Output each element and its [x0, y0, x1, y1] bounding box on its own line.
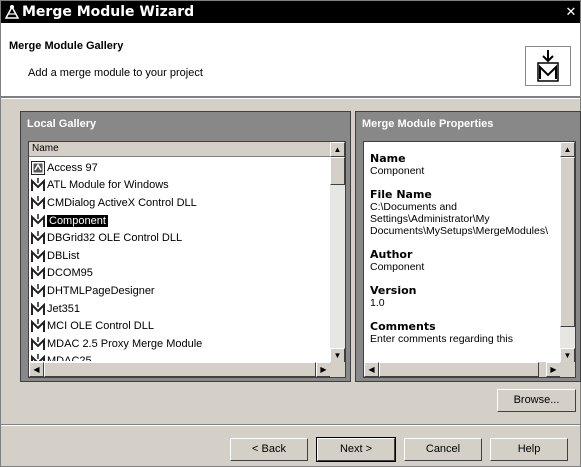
gallery-items: Access 97 ATL Module for Windows CMDialog … — [29, 159, 331, 361]
local-gallery-heading: Local Gallery — [27, 118, 97, 130]
gallery-item[interactable]: ATL Module for Windows — [29, 177, 331, 195]
prop-scroll-down-button[interactable]: ▼ — [560, 348, 575, 363]
property-value: Enter comments regarding this — [370, 333, 558, 345]
property-value-line: Enter comments regarding this — [370, 333, 513, 345]
gallery-vertical-scrollbar[interactable]: ▲ ▼ — [330, 142, 345, 363]
prop-scroll-track[interactable] — [560, 327, 575, 348]
merge-module-icon — [31, 213, 45, 228]
horizontal-scroll-thumb[interactable] — [44, 362, 316, 377]
page-title: Merge Module Gallery — [9, 40, 124, 52]
header-divider — [1, 97, 580, 99]
help-button[interactable]: Help — [490, 438, 568, 461]
prop-scroll-thumb[interactable] — [560, 157, 575, 327]
footer-divider — [1, 424, 580, 426]
scroll-track[interactable] — [330, 157, 345, 348]
property-value-line: 1.0 — [370, 297, 385, 309]
gallery-item[interactable]: DHTMLPageDesigner — [29, 282, 331, 300]
browse-button[interactable]: Browse... — [497, 389, 576, 412]
close-icon[interactable]: ✕ — [564, 4, 578, 19]
merge-module-icon — [31, 336, 45, 351]
prop-scroll-left-button[interactable]: ◀ — [364, 362, 379, 377]
gallery-item-label: MCI OLE Control DLL — [47, 320, 154, 333]
property-name: File Name — [370, 188, 432, 201]
gallery-item[interactable]: MDAC 2.5 Proxy Merge Module — [29, 335, 331, 353]
gallery-item[interactable]: DBList — [29, 247, 331, 265]
gallery-item-label: Access 97 — [47, 161, 98, 174]
access-module-icon — [31, 160, 45, 175]
merge-module-icon — [31, 266, 45, 280]
title-bar[interactable]: Merge Module Wizard ✕ — [1, 1, 580, 23]
scroll-corner — [330, 362, 345, 377]
gallery-item[interactable]: Jet351 — [29, 300, 331, 318]
property-value-line: C:\Documents and — [370, 201, 457, 213]
prop-scroll-right-button[interactable]: ▶ — [546, 362, 561, 377]
merge-module-logo-icon — [525, 46, 571, 86]
property-name: Comments — [370, 320, 436, 333]
property-name: Version — [370, 284, 417, 297]
property-value-line: Component — [370, 165, 425, 177]
gallery-item-label: ATL Module for Windows — [47, 179, 169, 192]
gallery-item-label: MDAC 2.5 Proxy Merge Module — [47, 337, 203, 350]
wizard-app-icon — [4, 4, 20, 20]
property-name: Author — [370, 248, 413, 261]
property-value-line: Settings\Administrator\My — [370, 213, 490, 225]
gallery-item[interactable]: MDAC25 — [29, 353, 331, 361]
prop-scroll-up-button[interactable]: ▲ — [560, 142, 575, 157]
properties-heading: Merge Module Properties — [362, 118, 494, 130]
gallery-item-label: MDAC25 — [47, 355, 92, 361]
next-button[interactable]: Next > — [316, 437, 396, 462]
properties-content: Name Component File Name C:\Documents and Se… — [370, 152, 558, 362]
scroll-right-button[interactable]: ▶ — [316, 362, 331, 377]
property-value-line: Documents\MySetups\MergeModules\ — [370, 225, 548, 237]
back-button[interactable]: < Back — [230, 438, 308, 461]
merge-module-icon — [31, 319, 45, 333]
gallery-item[interactable]: DBGrid32 OLE Control DLL — [29, 229, 331, 247]
scroll-left-button[interactable]: ◀ — [29, 362, 44, 377]
gallery-item[interactable]: Access 97 — [29, 159, 331, 177]
gallery-item[interactable]: DCOM95 — [29, 265, 331, 283]
gallery-item-label: CMDialog ActiveX Control DLL — [47, 196, 197, 209]
properties-horizontal-scrollbar[interactable]: ◀ ▶ — [364, 362, 561, 377]
gallery-item-label: DBList — [47, 249, 80, 262]
gallery-item[interactable]: MCI OLE Control DLL — [29, 317, 331, 335]
merge-module-icon — [31, 283, 45, 298]
wizard-window: Merge Module Wizard ✕ Merge Module Galle… — [0, 0, 581, 467]
merge-module-icon — [31, 231, 45, 245]
cancel-button[interactable]: Cancel — [404, 438, 482, 461]
properties-vertical-scrollbar[interactable]: ▲ ▼ — [560, 142, 575, 363]
gallery-item-label: Component — [47, 214, 108, 227]
wizard-header: Merge Module Gallery Add a merge module … — [1, 23, 580, 97]
scroll-down-button[interactable]: ▼ — [330, 348, 345, 363]
property-name: Name — [370, 152, 406, 165]
merge-module-icon — [31, 195, 45, 210]
property-value: Component — [370, 261, 558, 273]
gallery-item-label: Jet351 — [47, 302, 81, 315]
column-header-name[interactable]: Name — [29, 142, 331, 157]
property-value: 1.0 — [370, 297, 558, 309]
property-value: C:\Documents and Settings\Administrator\M… — [370, 201, 558, 237]
gallery-item-label: DCOM95 — [47, 267, 93, 280]
gallery-item-label: DBGrid32 OLE Control DLL — [47, 232, 183, 245]
merge-module-icon — [31, 354, 45, 361]
prop-scroll-corner — [560, 362, 575, 377]
properties-box[interactable]: Name Component File Name C:\Documents and Se… — [363, 141, 576, 378]
scroll-thumb[interactable] — [330, 157, 345, 185]
merge-module-icon — [31, 178, 45, 192]
properties-panel: Merge Module Properties Name Component Fil… — [355, 111, 581, 382]
property-value: Component — [370, 165, 558, 177]
scroll-up-button[interactable]: ▲ — [330, 142, 345, 157]
gallery-item[interactable]: Component — [29, 212, 331, 230]
prop-horizontal-scroll-thumb[interactable] — [379, 362, 539, 377]
gallery-item[interactable]: CMDialog ActiveX Control DLL — [29, 194, 331, 212]
gallery-list[interactable]: Name Access 97 ATL Module for Windows CMDi… — [28, 141, 346, 378]
page-subtitle: Add a merge module to your project — [28, 67, 203, 79]
gallery-horizontal-scrollbar[interactable]: ◀ ▶ — [29, 362, 331, 377]
merge-module-icon — [31, 248, 45, 263]
property-value-line: Component — [370, 261, 425, 273]
window-title: Merge Module Wizard — [22, 4, 195, 20]
gallery-item-label: DHTMLPageDesigner — [47, 284, 155, 297]
merge-module-icon — [31, 301, 45, 316]
local-gallery-panel: Local Gallery Name Access 97 ATL Module f… — [20, 111, 351, 382]
